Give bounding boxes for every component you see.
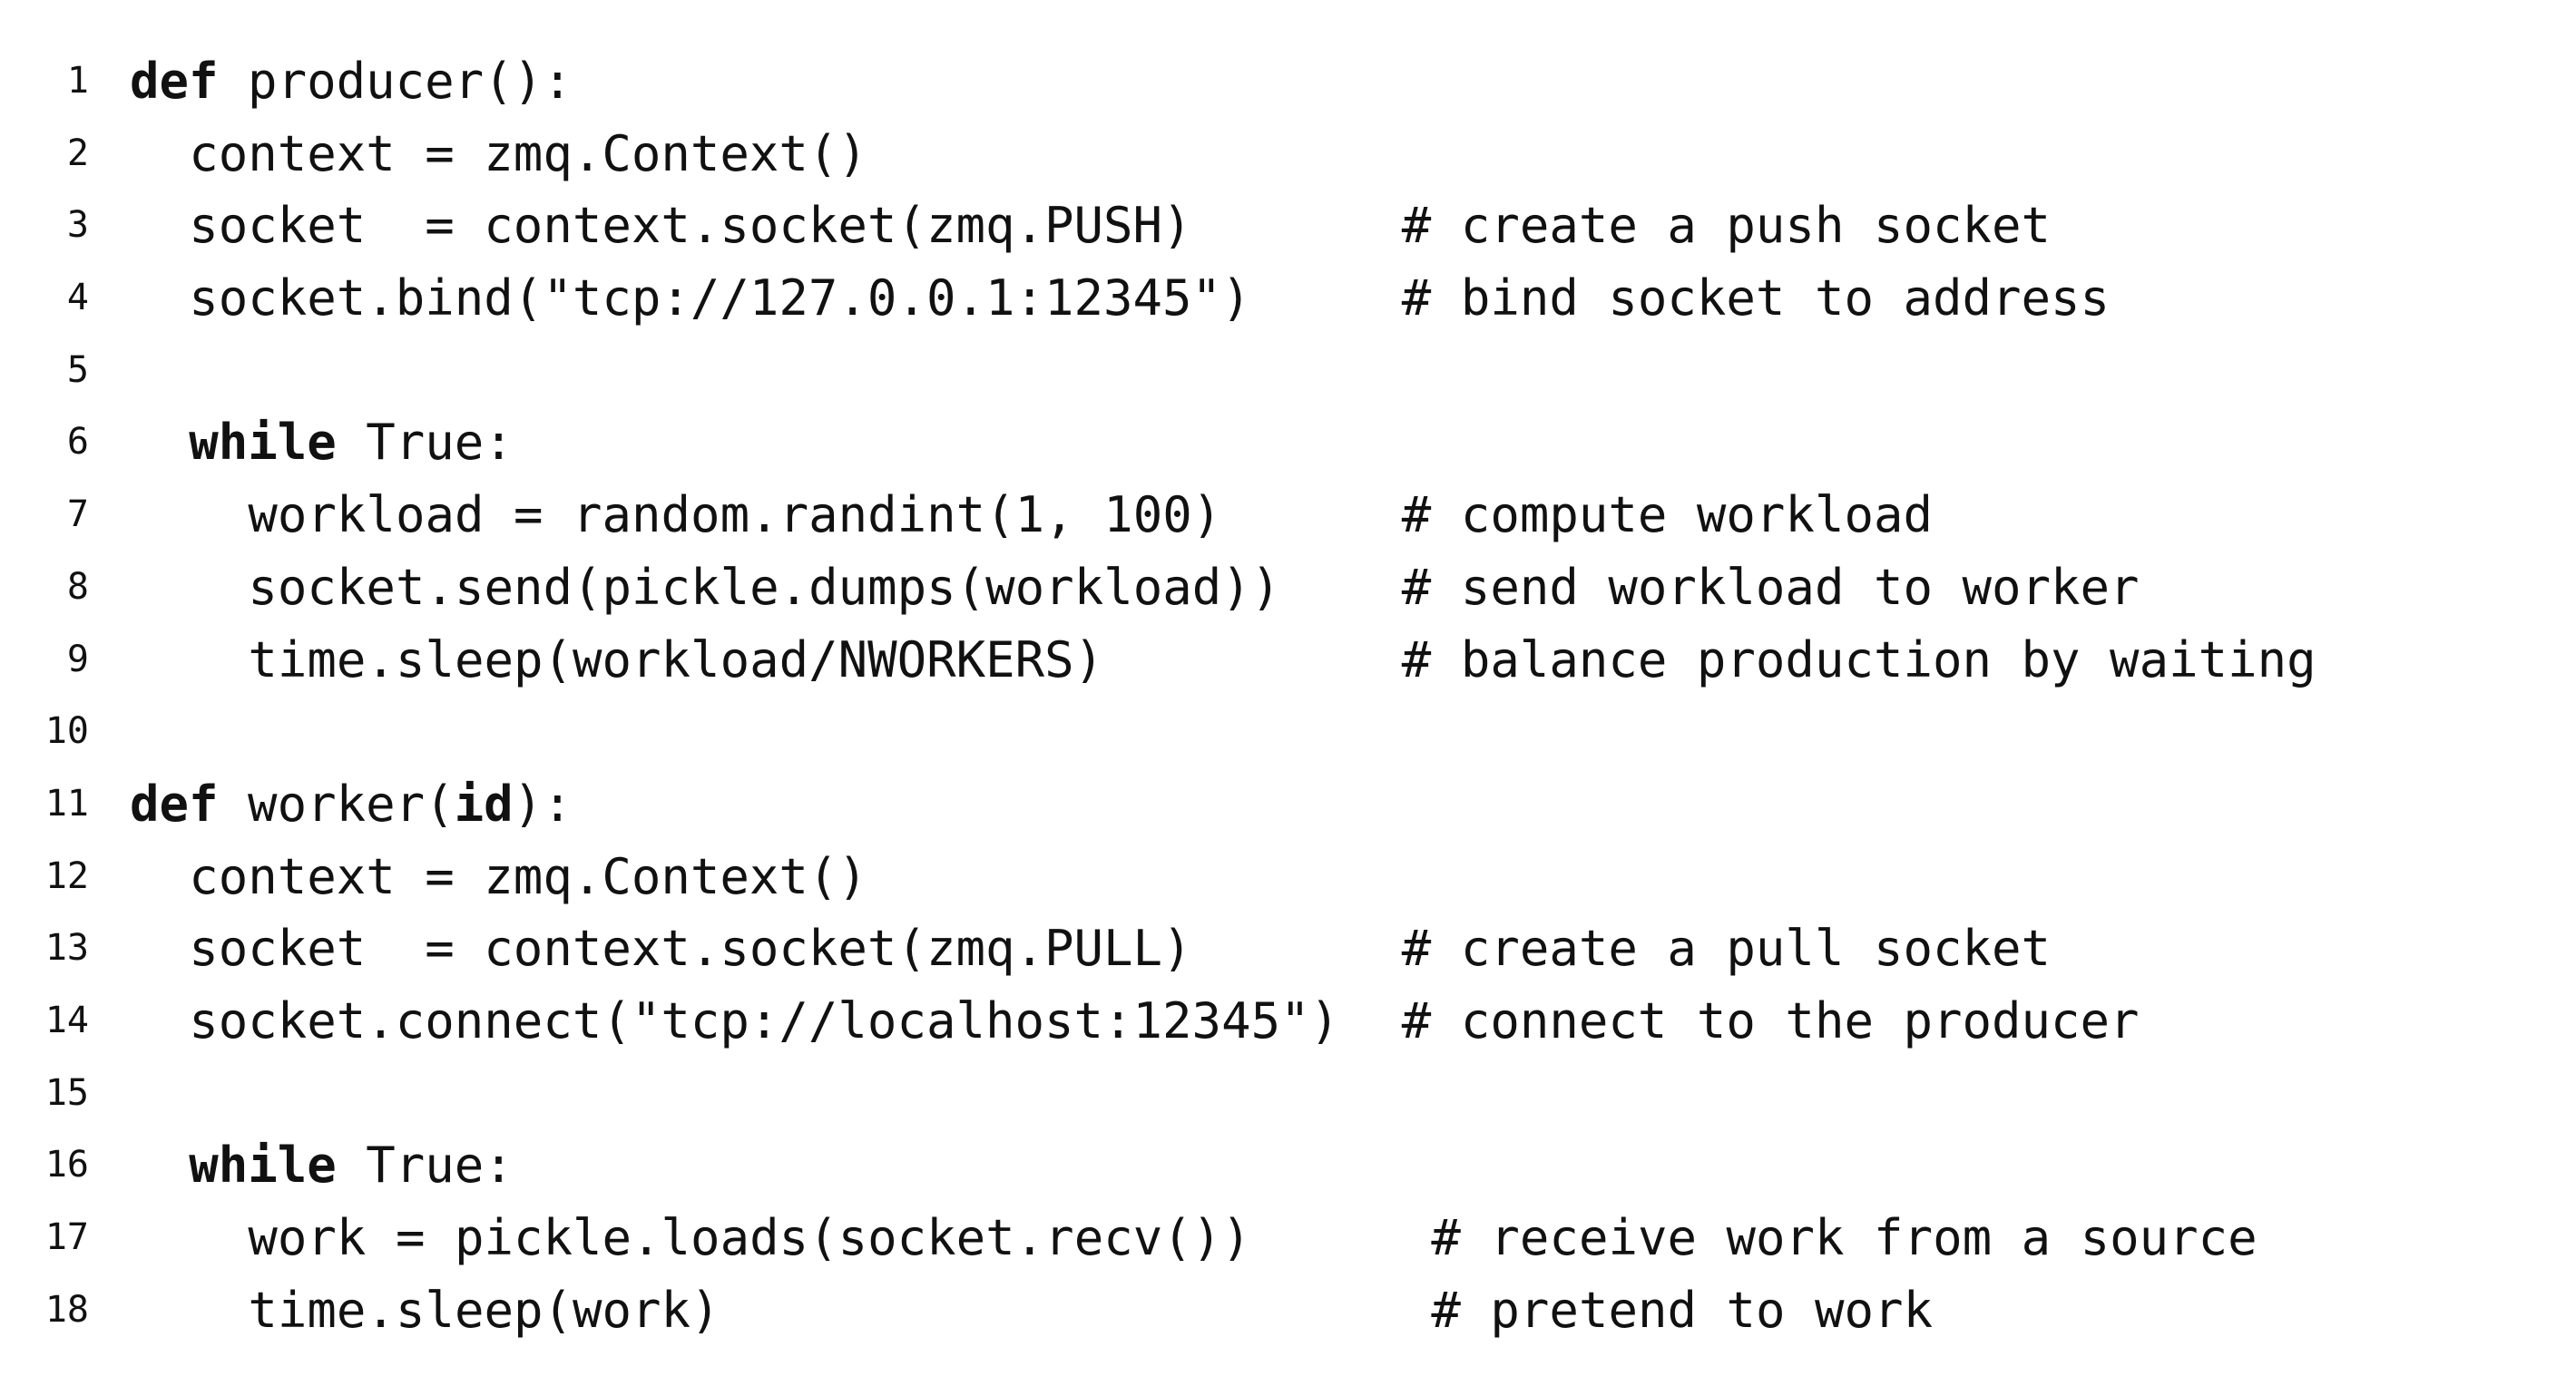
code-text: while True: [189, 1136, 514, 1195]
code-text: socket.connect("tcp://localhost:12345") [189, 991, 1339, 1050]
code-token: time.sleep(workload/NWORKERS) [248, 630, 1104, 688]
code-token: producer(): [218, 53, 573, 110]
code-line: 1 def producer(): [0, 52, 2576, 124]
keyword-token: def [130, 53, 219, 110]
code-token: worker( [218, 775, 455, 833]
line-number: 4 [66, 277, 89, 319]
code-text: def worker(id): [130, 775, 573, 834]
line-number: 8 [66, 565, 89, 608]
code-token: workload = random.randint(1, 100) [248, 486, 1222, 544]
line-number: 16 [44, 1144, 89, 1186]
code-line: 4 socket.bind("tcp://127.0.0.1:12345") # b… [0, 268, 2576, 341]
keyword-token: while [189, 1137, 337, 1195]
code-token: socket.bind("tcp://127.0.0.1:12345") [189, 269, 1251, 327]
code-line: 5 [0, 341, 2576, 414]
code-line: 14 socket.connect("tcp://localhost:12345"… [0, 991, 2576, 1064]
keyword-token: id [454, 775, 514, 833]
code-text: socket = context.socket(zmq.PUSH) [189, 196, 1191, 255]
line-number: 3 [66, 204, 89, 247]
keyword-token: while [189, 414, 337, 472]
code-comment: # create a push socket [1401, 197, 2052, 255]
code-text: workload = random.randint(1, 100) [248, 485, 1221, 544]
code-text: socket = context.socket(zmq.PULL) [189, 919, 1191, 978]
code-token: socket.connect("tcp://localhost:12345") [189, 991, 1340, 1049]
code-token: context = zmq.Context() [189, 847, 867, 905]
code-comment: # pretend to work [1431, 1281, 1934, 1339]
code-line: 11 def worker(id): [0, 775, 2576, 847]
code-text: context = zmq.Context() [189, 847, 867, 906]
code-text: time.sleep(workload/NWORKERS) [248, 630, 1103, 689]
line-number: 13 [44, 927, 89, 970]
code-line: 6 while True: [0, 413, 2576, 485]
code-line: 2 context = zmq.Context() [0, 124, 2576, 197]
code-comment: # compute workload [1401, 486, 1933, 544]
code-token: ): [513, 775, 573, 833]
code-text: socket.bind("tcp://127.0.0.1:12345") [189, 268, 1250, 327]
keyword-token: def [130, 775, 219, 833]
line-number: 17 [44, 1216, 89, 1258]
code-token: True: [336, 414, 514, 472]
code-line: 17 work = pickle.loads(socket.recv()) # re… [0, 1208, 2576, 1281]
code-token: socket.send(pickle.dumps(workload)) [248, 558, 1281, 616]
code-comment: # connect to the producer [1401, 991, 2140, 1049]
code-comment: # send workload to worker [1401, 558, 2140, 616]
code-text: while True: [189, 413, 514, 472]
line-number: 1 [66, 60, 89, 102]
code-line: 12 context = zmq.Context() [0, 847, 2576, 920]
code-comment: # receive work from a source [1431, 1209, 2258, 1266]
code-line: 8 socket.send(pickle.dumps(workload)) # se… [0, 558, 2576, 630]
code-token: socket = context.socket(zmq.PULL) [189, 920, 1192, 978]
code-text: def producer(): [130, 52, 573, 111]
line-number: 6 [66, 421, 89, 464]
code-comment: # create a pull socket [1401, 920, 2052, 978]
code-token: True: [336, 1137, 514, 1195]
code-line: 9 time.sleep(workload/NWORKERS) # balance … [0, 630, 2576, 703]
line-number: 5 [66, 348, 89, 391]
code-line: 18 time.sleep(work) # pretend to work [0, 1281, 2576, 1353]
code-token: time.sleep(work) [248, 1281, 720, 1339]
code-listing: 1 def producer(): 2 context = zmq.Context()… [0, 52, 2576, 1352]
code-token: work = pickle.loads(socket.recv()) [248, 1209, 1251, 1266]
code-line: 13 socket = context.socket(zmq.PULL) # cre… [0, 919, 2576, 991]
line-number: 18 [44, 1288, 89, 1331]
code-token: socket = context.socket(zmq.PUSH) [189, 197, 1192, 255]
code-comment: # bind socket to address [1401, 269, 2111, 327]
code-line: 7 workload = random.randint(1, 100) # comp… [0, 485, 2576, 558]
line-number: 10 [44, 710, 89, 753]
code-line: 15 [0, 1064, 2576, 1137]
code-comment: # balance production by waiting [1401, 630, 2316, 688]
line-number: 2 [66, 132, 89, 174]
line-number: 15 [44, 1071, 89, 1114]
code-line: 10 [0, 702, 2576, 775]
line-number: 7 [66, 493, 89, 536]
line-number: 9 [66, 638, 89, 680]
code-token: context = zmq.Context() [189, 124, 867, 182]
code-line: 16 while True: [0, 1136, 2576, 1208]
code-text: context = zmq.Context() [189, 124, 867, 183]
code-text: socket.send(pickle.dumps(workload)) [248, 558, 1280, 617]
code-text: work = pickle.loads(socket.recv()) [248, 1208, 1250, 1267]
line-number: 12 [44, 854, 89, 897]
line-number: 14 [44, 999, 89, 1041]
code-line: 3 socket = context.socket(zmq.PUSH) # crea… [0, 196, 2576, 268]
line-number: 11 [44, 782, 89, 825]
code-text: time.sleep(work) [248, 1281, 720, 1340]
